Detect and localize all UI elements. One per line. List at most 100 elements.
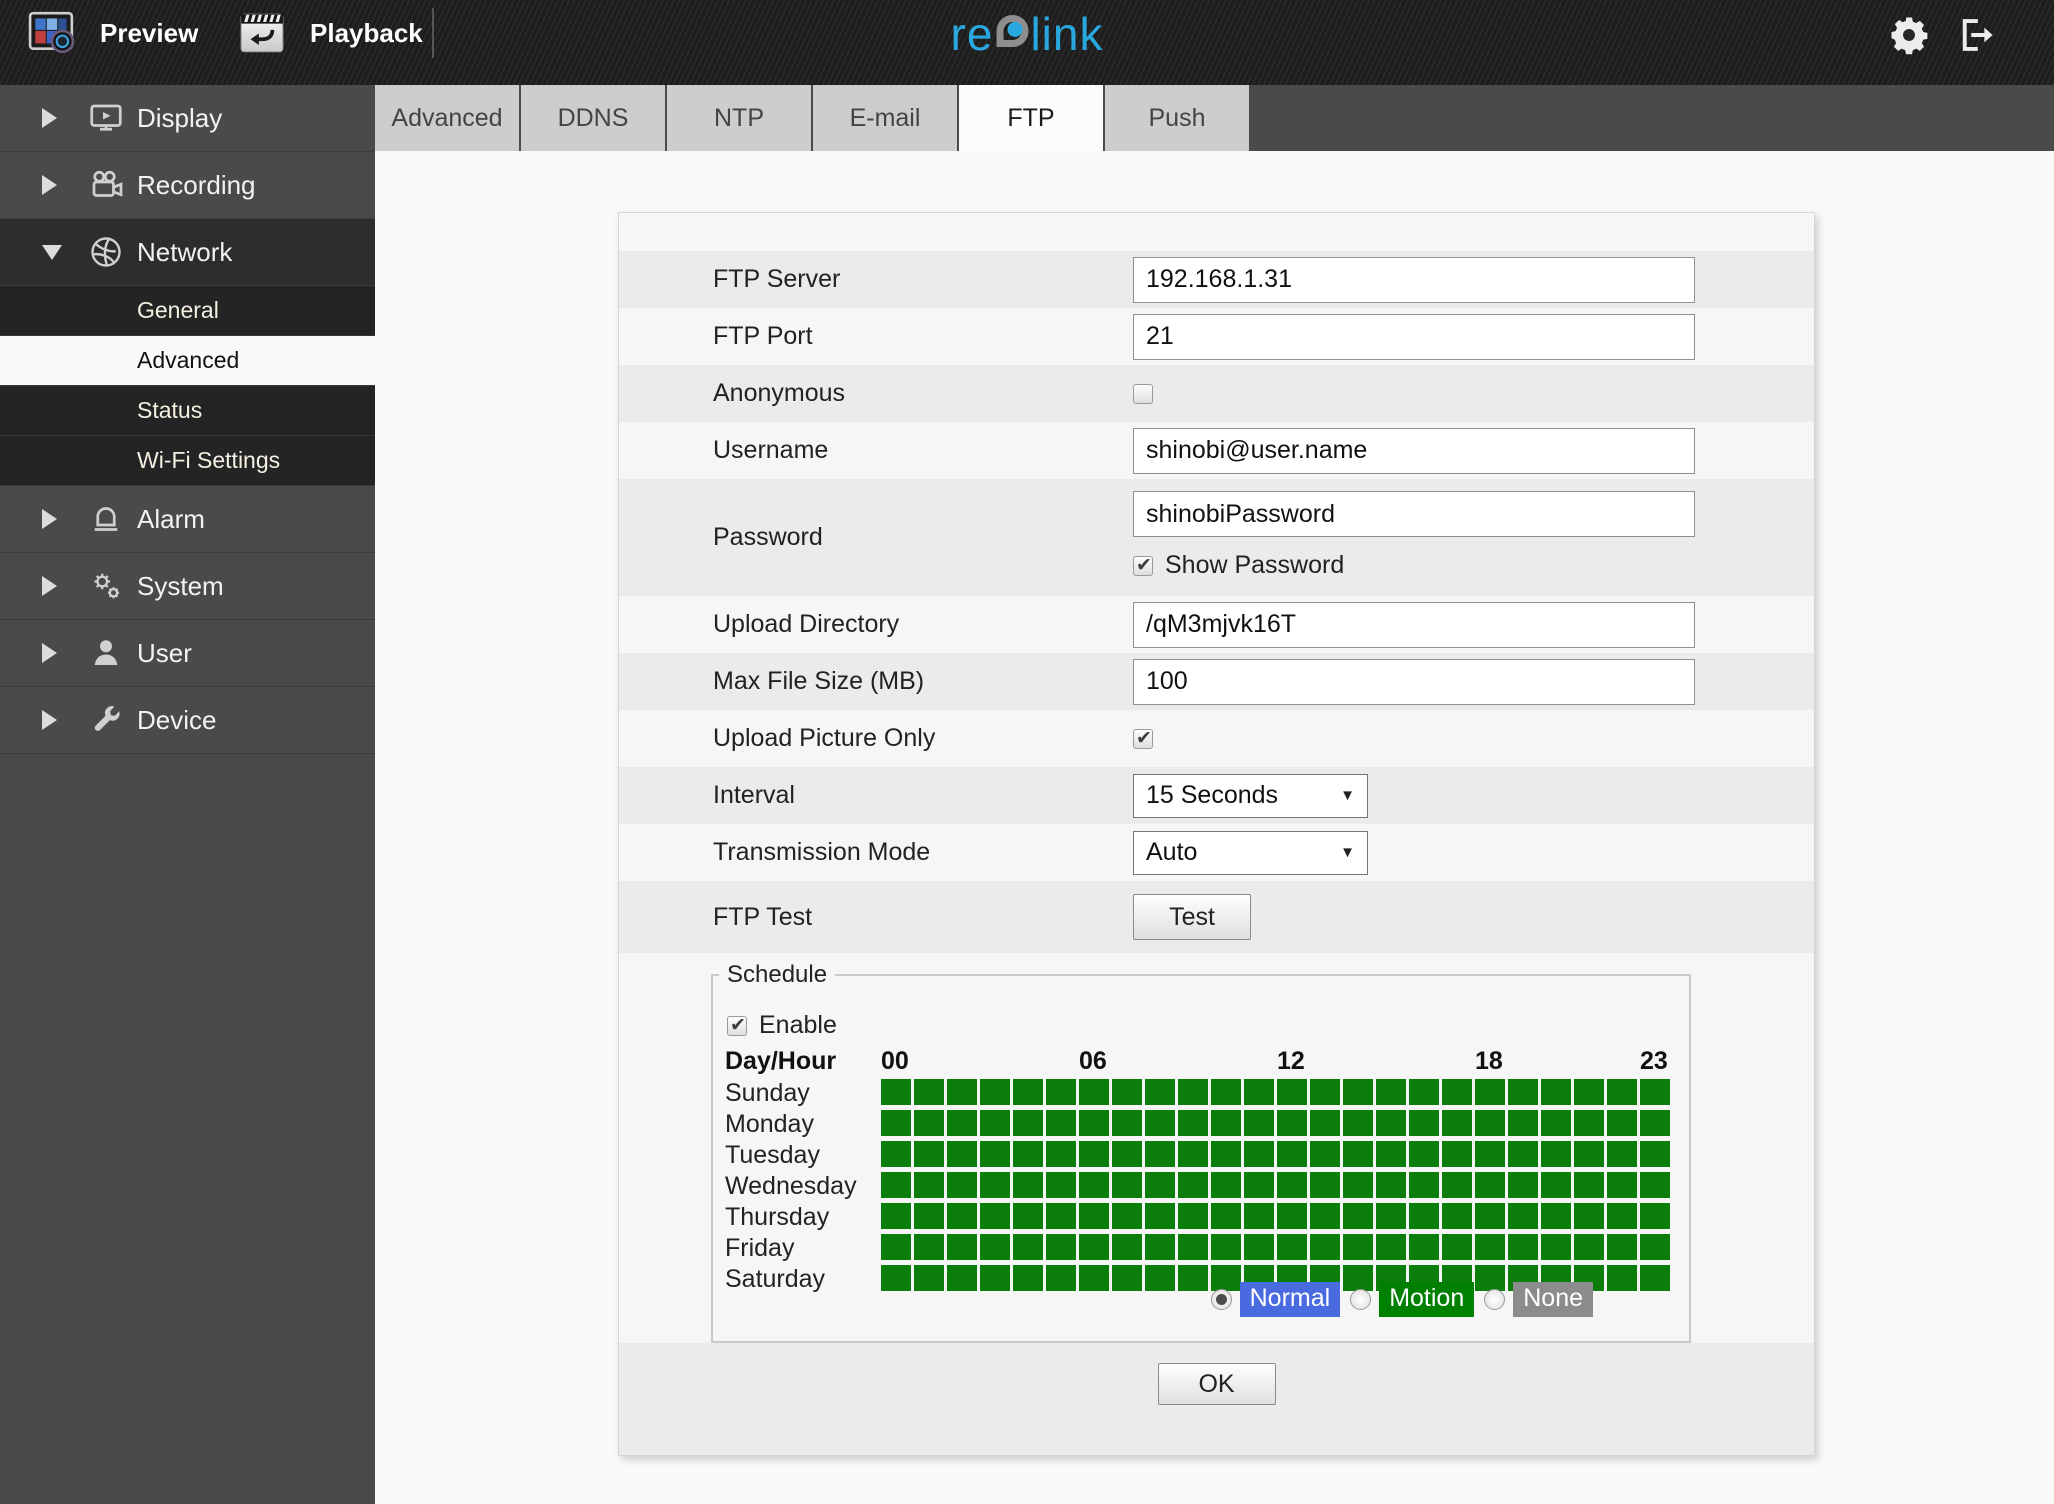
anonymous-checkbox[interactable] xyxy=(1133,383,1153,404)
schedule-cell[interactable] xyxy=(1178,1141,1208,1167)
schedule-cell[interactable] xyxy=(1640,1172,1670,1198)
max-file-size-input[interactable] xyxy=(1133,658,1695,705)
schedule-cell[interactable] xyxy=(1079,1203,1109,1229)
schedule-cell[interactable] xyxy=(1475,1141,1505,1167)
schedule-cell[interactable] xyxy=(1244,1110,1274,1136)
schedule-cell[interactable] xyxy=(1013,1203,1043,1229)
schedule-cell[interactable] xyxy=(1442,1234,1472,1260)
schedule-cell[interactable] xyxy=(1079,1265,1109,1291)
schedule-cell[interactable] xyxy=(1442,1079,1472,1105)
schedule-cell[interactable] xyxy=(1211,1079,1241,1105)
schedule-cell[interactable] xyxy=(881,1172,911,1198)
schedule-cell[interactable] xyxy=(1178,1265,1208,1291)
mode-none-label[interactable]: None xyxy=(1513,1282,1593,1317)
schedule-cell[interactable] xyxy=(1211,1141,1241,1167)
ftp-port-input[interactable] xyxy=(1133,313,1695,360)
schedule-cell[interactable] xyxy=(1145,1172,1175,1198)
schedule-cell[interactable] xyxy=(914,1172,944,1198)
schedule-cell[interactable] xyxy=(914,1265,944,1291)
schedule-cell[interactable] xyxy=(1178,1203,1208,1229)
schedule-cell[interactable] xyxy=(947,1265,977,1291)
schedule-cell[interactable] xyxy=(1442,1110,1472,1136)
schedule-cell[interactable] xyxy=(1310,1141,1340,1167)
schedule-cell[interactable] xyxy=(1574,1110,1604,1136)
schedule-cell[interactable] xyxy=(1409,1141,1439,1167)
schedule-cell[interactable] xyxy=(1442,1172,1472,1198)
upload-picture-only-checkbox[interactable] xyxy=(1133,727,1153,750)
schedule-cell[interactable] xyxy=(1574,1203,1604,1229)
sidebar-item-device[interactable]: Device xyxy=(0,687,375,754)
schedule-cell[interactable] xyxy=(914,1079,944,1105)
schedule-cell[interactable] xyxy=(1112,1110,1142,1136)
schedule-cell[interactable] xyxy=(1607,1234,1637,1260)
mode-none-radio[interactable] xyxy=(1484,1289,1506,1310)
schedule-cell[interactable] xyxy=(1640,1234,1670,1260)
schedule-cell[interactable] xyxy=(1574,1079,1604,1105)
schedule-cell[interactable] xyxy=(1541,1203,1571,1229)
sidebar-item-alarm[interactable]: Alarm xyxy=(0,486,375,553)
schedule-cell[interactable] xyxy=(1541,1079,1571,1105)
schedule-cell[interactable] xyxy=(1607,1110,1637,1136)
sidebar-item-user[interactable]: User xyxy=(0,620,375,687)
schedule-cell[interactable] xyxy=(1607,1079,1637,1105)
sidebar-subitem-wifi-settings[interactable]: Wi-Fi Settings xyxy=(0,436,375,486)
schedule-cell[interactable] xyxy=(1310,1110,1340,1136)
schedule-cell[interactable] xyxy=(1145,1110,1175,1136)
transmission-mode-select[interactable]: Auto ▼ xyxy=(1133,830,1368,875)
schedule-cell[interactable] xyxy=(1145,1234,1175,1260)
schedule-cell[interactable] xyxy=(1640,1141,1670,1167)
schedule-cell[interactable] xyxy=(1145,1079,1175,1105)
schedule-cell[interactable] xyxy=(980,1141,1010,1167)
schedule-cell[interactable] xyxy=(1409,1234,1439,1260)
schedule-cell[interactable] xyxy=(1178,1079,1208,1105)
schedule-cell[interactable] xyxy=(1409,1203,1439,1229)
schedule-cell[interactable] xyxy=(1541,1110,1571,1136)
schedule-cell[interactable] xyxy=(1277,1141,1307,1167)
schedule-cell[interactable] xyxy=(1607,1203,1637,1229)
ok-button[interactable]: OK xyxy=(1157,1363,1276,1405)
schedule-cell[interactable] xyxy=(914,1110,944,1136)
password-input[interactable] xyxy=(1133,491,1695,537)
tab-ntp[interactable]: NTP xyxy=(667,85,813,151)
schedule-cell[interactable] xyxy=(1376,1079,1406,1105)
schedule-cell[interactable] xyxy=(1079,1079,1109,1105)
schedule-cell[interactable] xyxy=(1211,1203,1241,1229)
schedule-cell[interactable] xyxy=(881,1265,911,1291)
schedule-cell[interactable] xyxy=(1541,1234,1571,1260)
schedule-cell[interactable] xyxy=(1112,1265,1142,1291)
schedule-cell[interactable] xyxy=(980,1172,1010,1198)
schedule-cell[interactable] xyxy=(1508,1172,1538,1198)
schedule-cell[interactable] xyxy=(1343,1172,1373,1198)
schedule-cell[interactable] xyxy=(1640,1079,1670,1105)
schedule-cell[interactable] xyxy=(1640,1203,1670,1229)
schedule-cell[interactable] xyxy=(1046,1265,1076,1291)
schedule-cell[interactable] xyxy=(1046,1172,1076,1198)
username-input[interactable] xyxy=(1133,427,1695,474)
schedule-cell[interactable] xyxy=(1508,1110,1538,1136)
schedule-cell[interactable] xyxy=(1244,1172,1274,1198)
schedule-cell[interactable] xyxy=(980,1203,1010,1229)
show-password-checkbox[interactable] xyxy=(1133,554,1153,577)
schedule-cell[interactable] xyxy=(1178,1110,1208,1136)
sidebar-subitem-general[interactable]: General xyxy=(0,286,375,336)
schedule-cell[interactable] xyxy=(1409,1172,1439,1198)
schedule-cell[interactable] xyxy=(980,1265,1010,1291)
schedule-cell[interactable] xyxy=(947,1172,977,1198)
upload-directory-input[interactable] xyxy=(1133,601,1695,648)
sidebar-item-display[interactable]: Display xyxy=(0,85,375,152)
schedule-cell[interactable] xyxy=(1376,1141,1406,1167)
schedule-cell[interactable] xyxy=(1475,1203,1505,1229)
schedule-cell[interactable] xyxy=(1079,1234,1109,1260)
tab-ddns[interactable]: DDNS xyxy=(521,85,667,151)
schedule-cell[interactable] xyxy=(1013,1234,1043,1260)
schedule-cell[interactable] xyxy=(1442,1141,1472,1167)
sidebar-subitem-advanced[interactable]: Advanced xyxy=(0,336,375,386)
schedule-cell[interactable] xyxy=(1244,1203,1274,1229)
schedule-cell[interactable] xyxy=(881,1203,911,1229)
ftp-server-input[interactable] xyxy=(1133,256,1695,303)
schedule-cell[interactable] xyxy=(947,1110,977,1136)
schedule-cell[interactable] xyxy=(1277,1234,1307,1260)
schedule-cell[interactable] xyxy=(1640,1265,1670,1291)
schedule-cell[interactable] xyxy=(1013,1110,1043,1136)
schedule-cell[interactable] xyxy=(1013,1265,1043,1291)
